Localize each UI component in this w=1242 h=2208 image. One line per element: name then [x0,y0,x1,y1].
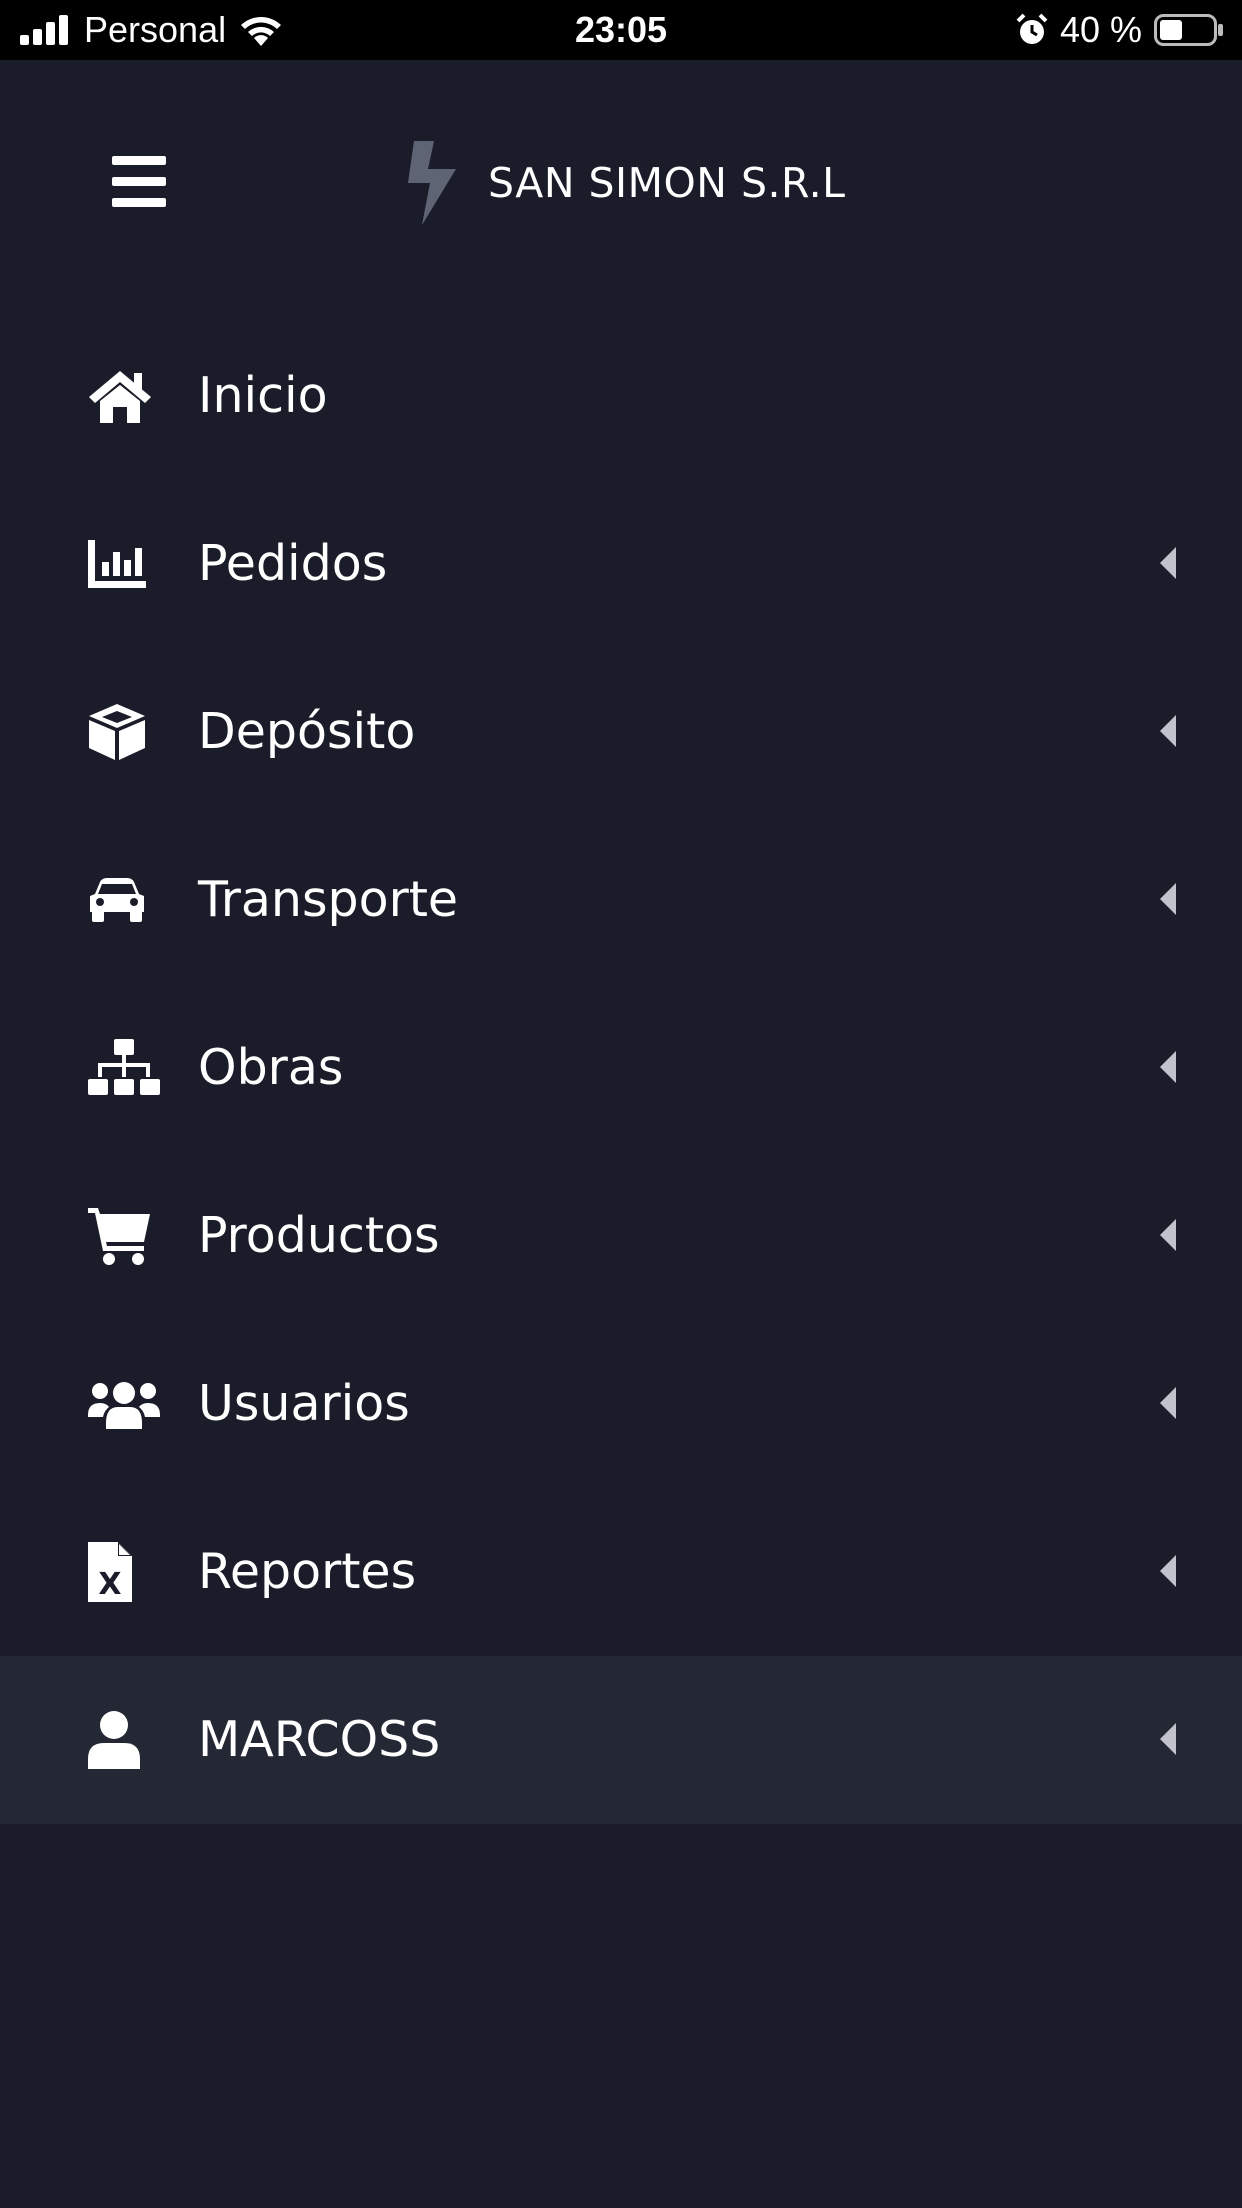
caret-left-icon [1160,1387,1176,1419]
svg-text:X: X [98,1567,121,1602]
brand-logo[interactable]: SAN SIMON S.R.L [404,140,845,225]
sidebar-item-label: Reportes [198,1543,417,1600]
caret-left-icon [1160,547,1176,579]
hamburger-menu-button[interactable] [112,156,174,208]
caret-left-icon [1160,883,1176,915]
sidebar-item-reportes[interactable]: X Reportes [0,1488,1242,1656]
alarm-icon [1016,13,1048,44]
sidebar-item-label: Usuarios [198,1375,410,1432]
caret-left-icon [1160,1555,1176,1587]
caret-left-icon [1160,1219,1176,1251]
sidebar-item-inicio[interactable]: Inicio [0,312,1242,480]
car-icon [88,870,162,930]
sidebar-item-usuarios[interactable]: Usuarios [0,1320,1242,1488]
sidebar-item-obras[interactable]: Obras [0,984,1242,1152]
sidebar-item-label: Inicio [198,367,328,424]
caret-left-icon [1160,1051,1176,1083]
sidebar-item-label: Productos [198,1207,440,1264]
home-icon [88,366,162,426]
app-header: SAN SIMON S.R.L [0,60,1242,310]
caret-left-icon [1160,1723,1176,1755]
battery-icon [1154,14,1223,46]
sidebar-menu: Inicio Pedidos Depósito Transporte Obras… [0,312,1242,1824]
status-bar: Personal 23:05 40 % [0,0,1242,60]
sidebar-item-productos[interactable]: Productos [0,1152,1242,1320]
sidebar-item-label: Depósito [198,703,416,760]
sitemap-icon [88,1038,162,1098]
status-right: 40 % [1016,0,1224,60]
user-icon [88,1710,162,1770]
caret-left-icon [1160,715,1176,747]
sidebar-item-deposito[interactable]: Depósito [0,648,1242,816]
sidebar-item-pedidos[interactable]: Pedidos [0,480,1242,648]
users-icon [88,1374,162,1434]
battery-percentage: 40 % [1059,9,1142,50]
sidebar-item-label: MARCOSS [198,1711,441,1768]
sidebar-item-label: Transporte [198,871,459,928]
sidebar-item-label: Obras [198,1039,344,1096]
cart-icon [88,1206,162,1266]
box-icon [88,702,162,762]
brand-name: SAN SIMON S.R.L [488,158,846,207]
chart-bar-icon [88,534,162,594]
sidebar-item-user-profile[interactable]: MARCOSS [0,1656,1242,1824]
sidebar-item-label: Pedidos [198,535,388,592]
sidebar-item-transporte[interactable]: Transporte [0,816,1242,984]
lightning-bolt-icon [408,140,456,225]
excel-file-icon: X [88,1542,162,1602]
